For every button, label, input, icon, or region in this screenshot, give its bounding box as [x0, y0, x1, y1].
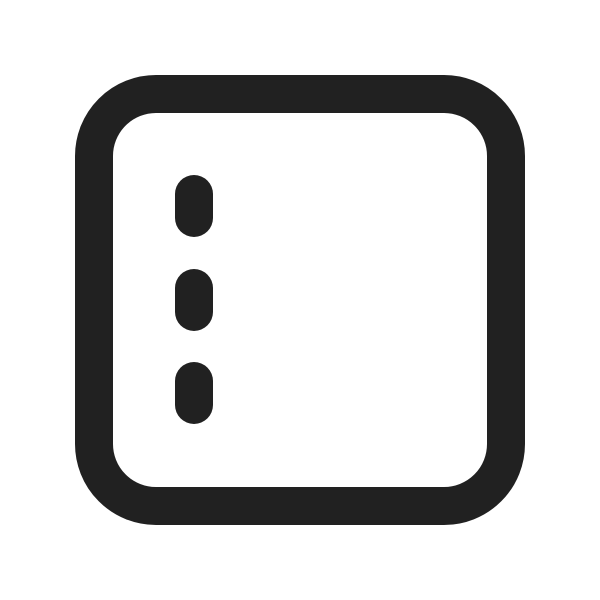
panel-left-dots-icon	[75, 75, 525, 525]
icon-canvas	[0, 0, 600, 600]
rounded-square-outline	[75, 75, 525, 525]
